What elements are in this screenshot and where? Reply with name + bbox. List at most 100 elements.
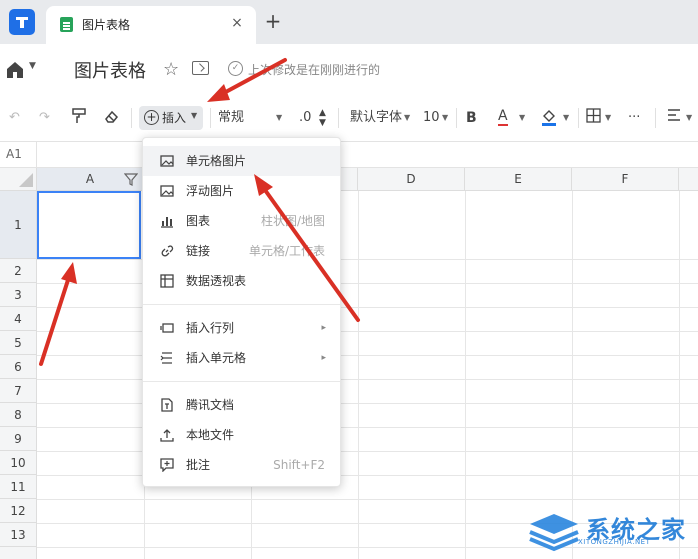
menu-item-label: 本地文件: [186, 428, 235, 442]
font-size-select[interactable]: 10: [423, 108, 440, 128]
chevron-down-icon[interactable]: ▼: [605, 108, 611, 128]
more-options-button[interactable]: ···: [628, 108, 640, 128]
close-tab-icon[interactable]: ×: [228, 14, 246, 32]
comment-icon: [160, 458, 174, 472]
toolbar: ↶ ↷ + 插入 ▼ 常规 ▼ .0 ▲ ▼ 默认字体 ▼ 10 ▼ B A ▼ …: [0, 94, 698, 142]
decimal-places-value[interactable]: .0: [299, 108, 311, 128]
fill-color-icon[interactable]: [541, 108, 557, 128]
filter-icon[interactable]: [124, 172, 138, 186]
decimal-stepper-icon[interactable]: ▲ ▼: [319, 108, 326, 128]
grid-line: [37, 355, 698, 356]
home-icon[interactable]: [6, 61, 24, 79]
star-icon[interactable]: ☆: [163, 59, 179, 80]
column-header[interactable]: F: [572, 168, 679, 191]
row-header[interactable]: [0, 547, 37, 559]
row-header[interactable]: 13: [0, 523, 37, 547]
menu-item-floating-image[interactable]: 浮动图片: [143, 176, 340, 206]
row-header[interactable]: 8: [0, 403, 37, 427]
menu-item-tencent-docs[interactable]: 腾讯文档: [143, 390, 340, 420]
align-left-icon[interactable]: [667, 108, 681, 128]
row-label: 10: [10, 456, 26, 470]
row-header[interactable]: 4: [0, 307, 37, 331]
chevron-down-icon: ▼: [191, 111, 198, 120]
chevron-down-icon[interactable]: ▼: [404, 108, 410, 128]
borders-icon[interactable]: [586, 108, 601, 128]
save-status: 上次修改是在刚刚进行的: [248, 63, 381, 77]
menu-item-label: 数据透视表: [186, 274, 247, 288]
row-header[interactable]: 3: [0, 283, 37, 307]
row-header[interactable]: 12: [0, 499, 37, 523]
row-header[interactable]: 11: [0, 475, 37, 499]
grid-line: [37, 259, 698, 260]
menu-item-comment[interactable]: 批注 Shift+F2: [143, 450, 340, 480]
redo-icon[interactable]: ↷: [39, 108, 50, 128]
grid-line: [37, 307, 698, 308]
font-family-select[interactable]: 默认字体: [350, 108, 402, 128]
number-format-select[interactable]: 常规: [218, 108, 244, 128]
grid-line: [37, 427, 698, 428]
row-label: 13: [10, 528, 26, 542]
menu-divider: [143, 304, 340, 305]
row-label: 7: [14, 384, 22, 398]
toolbar-divider: [131, 108, 132, 128]
toolbar-divider: [338, 108, 339, 128]
menu-item-hint: 单元格/工作表: [248, 244, 325, 258]
menu-item-insert-row-column[interactable]: 插入行列 ▸: [143, 313, 340, 343]
menu-item-label: 插入行列: [186, 321, 235, 335]
insert-row-column-icon: [160, 323, 174, 333]
grid-line: [572, 191, 573, 559]
menu-item-label: 批注: [186, 458, 211, 472]
row-header[interactable]: 9: [0, 427, 37, 451]
pivot-table-icon: [160, 274, 174, 288]
watermark-emblem-icon: [529, 514, 579, 552]
menu-item-pivot-table[interactable]: 数据透视表: [143, 266, 340, 296]
grid-line: [37, 331, 698, 332]
move-folder-icon[interactable]: [192, 61, 209, 75]
menu-item-cell-image[interactable]: 单元格图片: [143, 146, 340, 176]
column-header[interactable]: D: [358, 168, 465, 191]
chevron-down-icon[interactable]: ▼: [519, 108, 525, 128]
spreadsheet-grid[interactable]: A B C D E F 1 2 3 4 5 6 7 8 9 10 11 12 1…: [0, 168, 698, 559]
selected-cell-a1[interactable]: [37, 191, 141, 259]
format-painter-icon[interactable]: [72, 108, 86, 128]
bold-button[interactable]: B: [466, 108, 477, 128]
column-header[interactable]: [679, 168, 698, 191]
chevron-down-icon[interactable]: ▼: [276, 108, 282, 128]
grid-line: [37, 475, 698, 476]
chevron-down-icon[interactable]: ▼: [442, 108, 448, 128]
row-header[interactable]: 10: [0, 451, 37, 475]
toolbar-divider: [210, 108, 211, 128]
cell-reference[interactable]: A1: [6, 147, 22, 161]
tencent-docs-logo-icon[interactable]: [9, 9, 35, 35]
row-header[interactable]: 7: [0, 379, 37, 403]
grid-line: [37, 379, 698, 380]
insert-dropdown-menu: 单元格图片 浮动图片 图表 柱状图/地图 链接 单元格/工作表 数据透视表 插入…: [142, 137, 341, 487]
menu-item-link[interactable]: 链接 单元格/工作表: [143, 236, 340, 266]
row-header[interactable]: 2: [0, 259, 37, 283]
document-title[interactable]: 图片表格: [74, 57, 146, 83]
font-color-button[interactable]: A: [498, 108, 508, 126]
menu-item-hint: 柱状图/地图: [260, 214, 325, 228]
chevron-down-icon[interactable]: ▼: [563, 108, 569, 128]
insert-button[interactable]: + 插入 ▼: [139, 106, 203, 130]
row-label: 6: [14, 360, 22, 374]
link-icon: [161, 245, 174, 257]
undo-icon[interactable]: ↶: [9, 108, 20, 128]
browser-tab-bar: 图片表格 × +: [0, 0, 698, 44]
row-header[interactable]: 6: [0, 355, 37, 379]
column-header[interactable]: E: [465, 168, 572, 191]
browser-tab[interactable]: 图片表格 ×: [46, 6, 256, 44]
menu-item-chart[interactable]: 图表 柱状图/地图: [143, 206, 340, 236]
clear-format-eraser-icon[interactable]: [104, 108, 120, 128]
row-label: 11: [10, 480, 26, 494]
new-tab-button[interactable]: +: [262, 10, 284, 32]
chevron-down-icon[interactable]: ▼: [686, 108, 692, 128]
chevron-down-icon[interactable]: ▼: [29, 61, 36, 71]
menu-item-label: 链接: [186, 244, 211, 258]
row-header[interactable]: 1: [0, 191, 37, 259]
select-all-corner[interactable]: [0, 168, 37, 191]
toolbar-divider: [578, 108, 579, 128]
menu-item-local-file[interactable]: 本地文件: [143, 420, 340, 450]
row-header[interactable]: 5: [0, 331, 37, 355]
menu-item-insert-cell[interactable]: 插入单元格 ▸: [143, 343, 340, 373]
